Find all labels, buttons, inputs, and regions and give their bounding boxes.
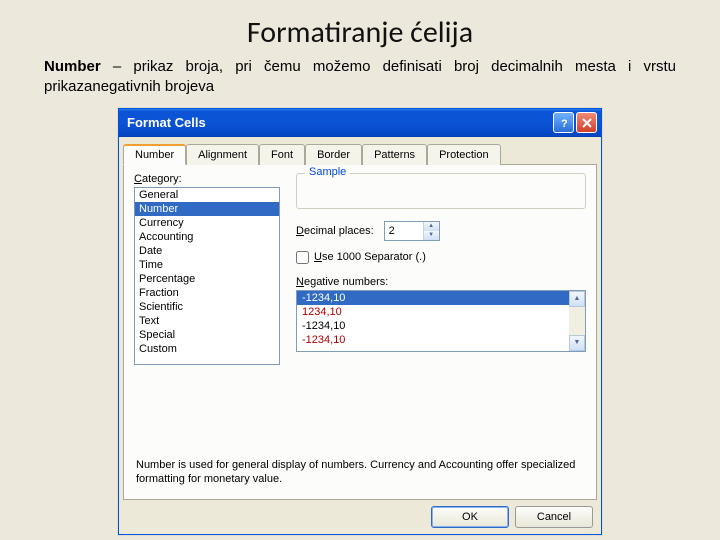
titlebar[interactable]: Format Cells ? (119, 109, 601, 137)
category-item[interactable]: Time (135, 258, 279, 272)
negative-label: Negative numbers: (296, 276, 586, 288)
category-item[interactable]: Date (135, 244, 279, 258)
spin-up-icon[interactable]: ▲ (424, 222, 439, 231)
desc-text: – prikaz broja, pri čemu možemo definisa… (44, 58, 676, 95)
decimal-label: Decimal places: (296, 225, 374, 237)
scrollbar[interactable]: ▲ ▼ (569, 291, 585, 351)
desc-keyword: Number (44, 58, 101, 75)
category-item[interactable]: Custom (135, 342, 279, 356)
tab-protection[interactable]: Protection (427, 144, 501, 165)
format-cells-dialog: Format Cells ? NumberAlignmentFontBorder… (118, 108, 602, 535)
negative-listbox[interactable]: -1234,101234,10-1234,10-1234,10 ▲ ▼ (296, 290, 586, 352)
slide-description: Number – prikaz broja, pri čemu možemo d… (0, 57, 720, 106)
cancel-button[interactable]: Cancel (515, 506, 593, 528)
category-label: Category: (134, 173, 182, 185)
decimal-spinner[interactable]: ▲ ▼ (384, 221, 440, 241)
dialog-title: Format Cells (127, 115, 551, 130)
category-item[interactable]: Scientific (135, 300, 279, 314)
negative-item[interactable]: 1234,10 (297, 305, 585, 319)
ok-button[interactable]: OK (431, 506, 509, 528)
category-item[interactable]: Text (135, 314, 279, 328)
category-listbox[interactable]: GeneralNumberCurrencyAccountingDateTimeP… (134, 187, 280, 365)
scroll-track[interactable] (569, 307, 585, 335)
decimal-input[interactable] (385, 222, 423, 240)
slide-title: Formatiranje ćelija (0, 0, 720, 57)
thousand-separator-label: Use 1000 Separator (.) (314, 251, 426, 263)
close-button[interactable] (576, 112, 597, 133)
negative-item[interactable]: -1234,10 (297, 333, 585, 347)
sample-group: Sample (296, 173, 586, 209)
category-item[interactable]: General (135, 188, 279, 202)
tab-alignment[interactable]: Alignment (186, 144, 259, 165)
category-item[interactable]: Currency (135, 216, 279, 230)
help-button[interactable]: ? (553, 112, 574, 133)
tab-panel-number: Category: GeneralNumberCurrencyAccountin… (123, 165, 597, 500)
tab-font[interactable]: Font (259, 144, 305, 165)
negative-item[interactable]: -1234,10 (297, 291, 585, 305)
category-item[interactable]: Fraction (135, 286, 279, 300)
sample-label: Sample (305, 166, 350, 178)
tab-border[interactable]: Border (305, 144, 362, 165)
spin-down-icon[interactable]: ▼ (424, 231, 439, 240)
negative-item[interactable]: -1234,10 (297, 319, 585, 333)
scroll-down-icon[interactable]: ▼ (569, 335, 585, 351)
category-item[interactable]: Accounting (135, 230, 279, 244)
category-item[interactable]: Percentage (135, 272, 279, 286)
category-item[interactable]: Special (135, 328, 279, 342)
tab-patterns[interactable]: Patterns (362, 144, 427, 165)
svg-text:?: ? (561, 118, 568, 129)
thousand-separator-checkbox[interactable] (296, 251, 309, 264)
scroll-up-icon[interactable]: ▲ (569, 291, 585, 307)
category-item[interactable]: Number (135, 202, 279, 216)
button-bar: OK Cancel (119, 500, 601, 534)
tab-number[interactable]: Number (123, 144, 186, 165)
tab-row: NumberAlignmentFontBorderPatternsProtect… (123, 143, 597, 165)
hint-text: Number is used for general display of nu… (136, 458, 584, 487)
